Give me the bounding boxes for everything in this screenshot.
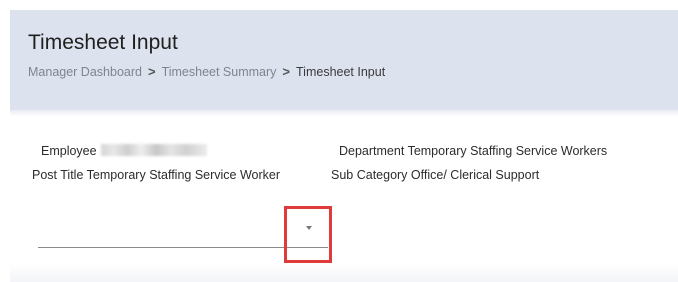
department-value: Temporary Staffing Service Workers bbox=[407, 144, 608, 158]
timesheet-select[interactable] bbox=[38, 212, 328, 248]
breadcrumb-separator: > bbox=[147, 64, 156, 79]
breadcrumb-current: Timesheet Input bbox=[296, 65, 386, 79]
bottom-strip bbox=[10, 264, 678, 282]
post-title-field: Post Title Temporary Staffing Service Wo… bbox=[32, 167, 280, 183]
breadcrumb-timesheet-summary[interactable]: Timesheet Summary bbox=[162, 64, 277, 80]
post-title-value: Temporary Staffing Service Worker bbox=[86, 168, 281, 182]
department-label: Department bbox=[339, 144, 405, 158]
chevron-down-icon[interactable] bbox=[306, 226, 312, 230]
sub-category-label: Sub Category bbox=[331, 168, 408, 182]
select-underline bbox=[38, 247, 328, 248]
sub-category-field: Sub Category Office/ Clerical Support bbox=[331, 167, 539, 183]
page-title: Timesheet Input bbox=[28, 31, 178, 54]
breadcrumb-manager-dashboard[interactable]: Manager Dashboard bbox=[28, 64, 142, 80]
header-shadow bbox=[10, 110, 678, 116]
post-title-label: Post Title bbox=[32, 168, 84, 182]
breadcrumb-separator: > bbox=[282, 64, 290, 79]
employee-field: Employee bbox=[41, 143, 207, 159]
department-field: Department Temporary Staffing Service Wo… bbox=[339, 143, 607, 159]
breadcrumb: Manager Dashboard > Timesheet Summary > … bbox=[28, 64, 678, 80]
sub-category-value: Office/ Clerical Support bbox=[410, 168, 540, 182]
employee-name-redacted bbox=[100, 144, 207, 156]
page-header: Timesheet Input Manager Dashboard > Time… bbox=[10, 10, 678, 110]
employee-label: Employee bbox=[41, 144, 97, 158]
